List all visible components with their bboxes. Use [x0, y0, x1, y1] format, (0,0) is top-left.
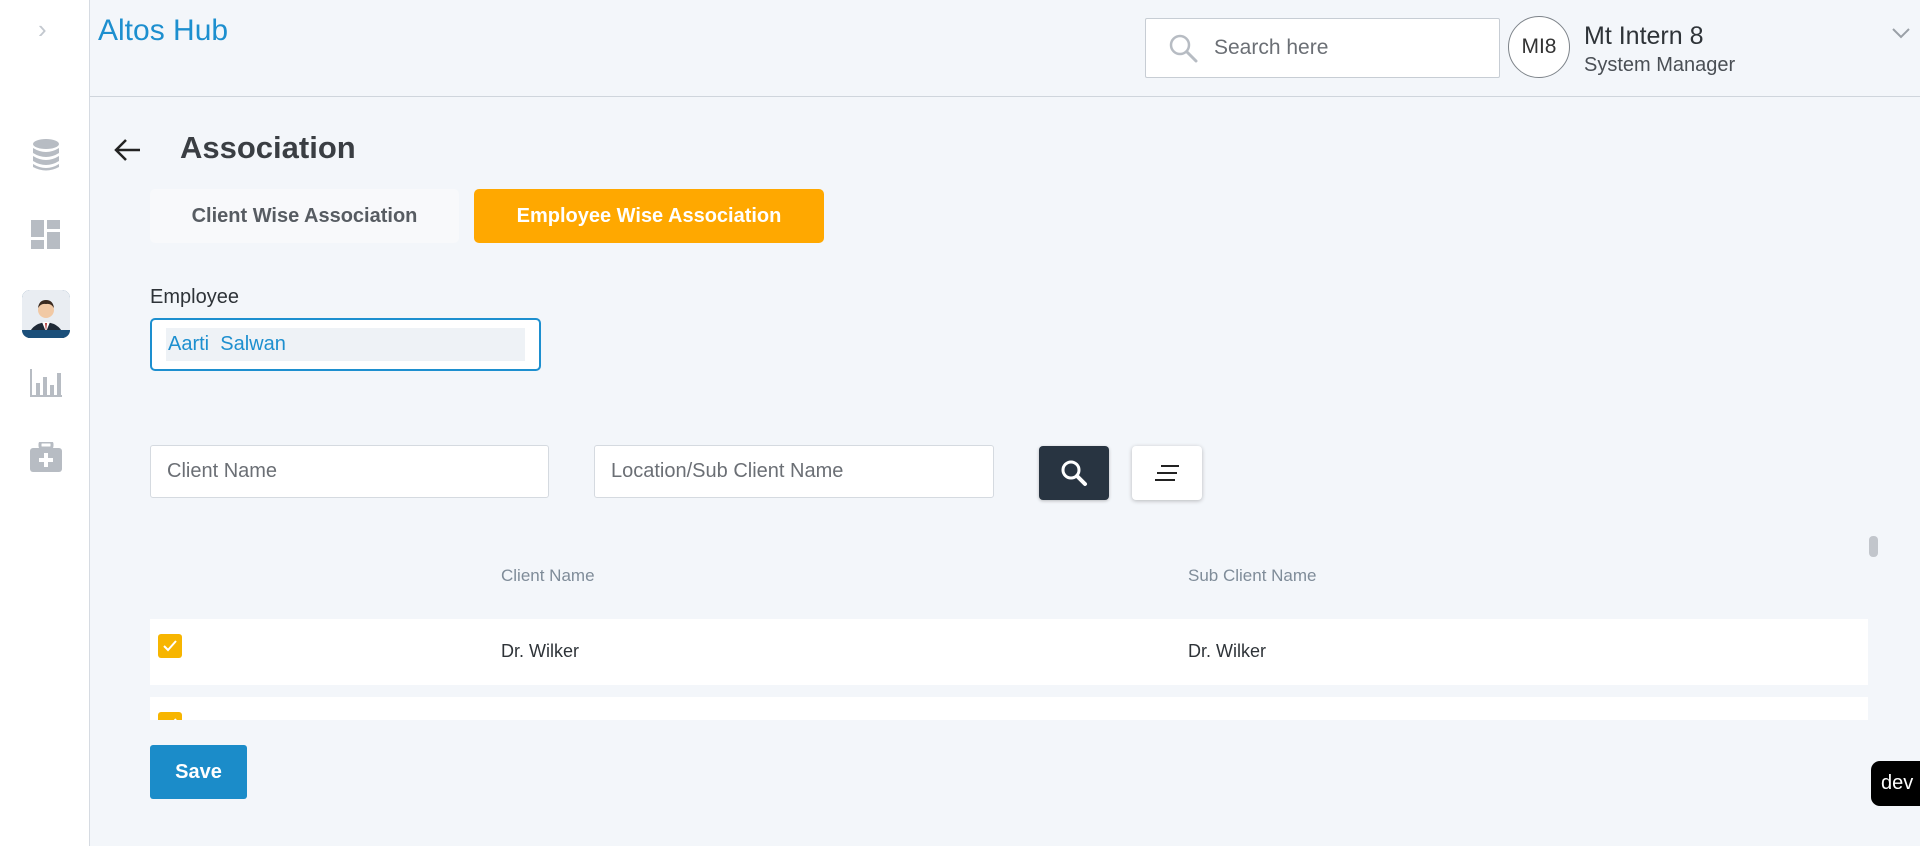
- sidebar-expand-icon[interactable]: ›: [38, 14, 47, 44]
- employee-label: Employee: [150, 286, 239, 308]
- check-icon: [173, 718, 177, 720]
- row-checkbox[interactable]: [158, 712, 182, 720]
- cell-client-name: Dr. Wilker: [501, 641, 579, 661]
- cell-sub-client-name: Dr. Wilker: [1188, 641, 1266, 661]
- database-icon: [33, 139, 59, 171]
- chevron-down-icon[interactable]: [1890, 22, 1912, 44]
- clear-filter-button[interactable]: [1132, 446, 1202, 500]
- sidebar: ›: [0, 0, 90, 846]
- location-filter[interactable]: [594, 445, 994, 498]
- save-button[interactable]: Save: [150, 745, 247, 799]
- back-arrow-icon[interactable]: [112, 134, 144, 166]
- sidebar-item-employees[interactable]: [22, 290, 70, 338]
- sidebar-item-reports[interactable]: [23, 360, 69, 406]
- table-row: [150, 697, 1868, 720]
- sidebar-item-medical[interactable]: [23, 434, 69, 480]
- search-input[interactable]: [1214, 36, 1484, 60]
- search-icon: [1061, 460, 1087, 486]
- search-button[interactable]: [1039, 446, 1109, 500]
- column-header-sub-client-name: Sub Client Name: [1188, 566, 1317, 585]
- dashboard-icon: [31, 220, 60, 249]
- employee-input[interactable]: [166, 328, 525, 361]
- check-icon: [163, 640, 177, 652]
- tab-client-wise-association[interactable]: Client Wise Association: [150, 189, 459, 243]
- brand-title[interactable]: Altos Hub: [98, 14, 228, 48]
- table-row: Dr. Wilker Dr. Wilker: [150, 619, 1868, 685]
- filter-lines-icon: [1155, 465, 1179, 481]
- column-header-client-name: Client Name: [501, 566, 595, 585]
- environment-badge: dev: [1871, 761, 1920, 806]
- employee-avatar-icon: [22, 290, 70, 338]
- row-checkbox[interactable]: [158, 634, 182, 658]
- sidebar-item-database[interactable]: [23, 132, 69, 178]
- employee-field[interactable]: [150, 318, 541, 371]
- user-name: Mt Intern 8: [1584, 22, 1704, 50]
- page-title: Association: [180, 130, 356, 165]
- user-avatar[interactable]: MI8: [1508, 16, 1570, 78]
- bar-chart-icon: [30, 369, 62, 397]
- user-role: System Manager: [1584, 54, 1736, 76]
- sidebar-item-dashboard[interactable]: [23, 212, 69, 258]
- search-box[interactable]: [1145, 18, 1500, 78]
- search-icon: [1169, 34, 1198, 63]
- client-name-filter[interactable]: [150, 445, 549, 498]
- medical-kit-icon: [30, 442, 62, 472]
- top-header: Altos Hub MI8 Mt Intern 8 System Manager: [90, 0, 1920, 97]
- table-scrollbar[interactable]: [1869, 536, 1878, 557]
- tab-employee-wise-association[interactable]: Employee Wise Association: [474, 189, 824, 243]
